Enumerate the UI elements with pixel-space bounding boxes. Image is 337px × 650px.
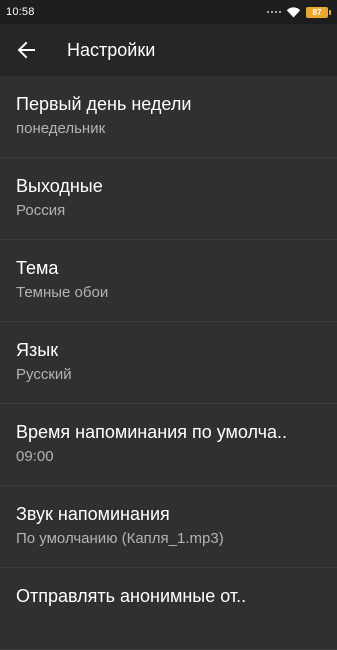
setting-title: Время напоминания по умолча.. [16,422,288,442]
setting-theme[interactable]: Тема Темные обои [0,240,337,322]
back-button[interactable] [0,24,52,76]
wifi-icon [286,7,301,18]
status-icons: 87 [267,6,331,18]
setting-value: Темные обои [16,284,109,301]
setting-title: Первый день недели [16,94,192,114]
arrow-back-icon [17,41,35,59]
setting-title: Отправлять анонимные от.. [16,586,247,606]
setting-value: понедельник [16,120,106,137]
status-bar: 10:58 87 [0,0,337,24]
app-toolbar: Настройки [0,24,337,76]
battery-level: 87 [306,6,328,18]
setting-value: Русский [16,366,72,383]
settings-list: Первый день недели понедельник Выходные … [0,76,337,650]
setting-value: Россия [16,202,66,219]
battery-icon: 87 [306,6,331,18]
setting-title: Язык [16,340,59,360]
signal-dots-icon [267,11,281,13]
setting-default-reminder-time[interactable]: Время напоминания по умолча.. 09:00 [0,404,337,486]
setting-send-anonymous[interactable]: Отправлять анонимные от.. [0,568,337,650]
setting-first-day-of-week[interactable]: Первый день недели понедельник [0,76,337,158]
setting-value: 09:00 [16,448,54,465]
setting-value: По умолчанию (Капля_1.mp3) [16,530,224,547]
page-title: Настройки [67,39,156,60]
status-time: 10:58 [6,6,35,18]
setting-title: Тема [16,258,59,278]
setting-reminder-sound[interactable]: Звук напоминания По умолчанию (Капля_1.m… [0,486,337,568]
setting-weekends[interactable]: Выходные Россия [0,158,337,240]
setting-language[interactable]: Язык Русский [0,322,337,404]
setting-title: Звук напоминания [16,504,170,524]
setting-title: Выходные [16,176,103,196]
